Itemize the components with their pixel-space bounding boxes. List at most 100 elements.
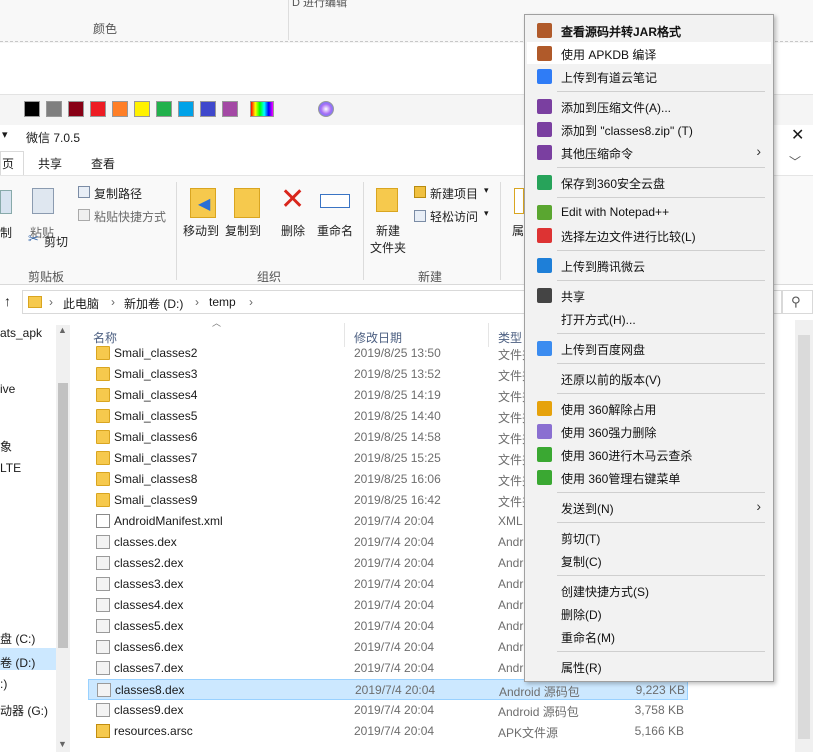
file-date: 2019/7/4 20:04 xyxy=(354,598,435,612)
menu-item-label: 其他压缩命令 xyxy=(561,147,634,161)
nav-item[interactable]: ats_apk xyxy=(0,326,42,340)
menu-item[interactable]: 重命名(M) xyxy=(527,625,771,647)
file-name: classes5.dex xyxy=(114,619,184,633)
color-swatch[interactable] xyxy=(68,101,84,117)
file-date: 2019/7/4 20:04 xyxy=(354,619,435,633)
menu-item[interactable]: 创建快捷方式(S) xyxy=(527,579,771,601)
color-swatch[interactable] xyxy=(200,101,216,117)
edit-colors-icon[interactable] xyxy=(250,101,274,117)
file-type: XML xyxy=(498,514,523,528)
copy-path-button[interactable]: 复制路径 xyxy=(94,185,142,202)
colors-group-label: 颜色 xyxy=(93,22,118,36)
up-arrow-icon[interactable]: ↑ xyxy=(4,293,11,309)
nav-item-drive-c[interactable]: 盘 (C:) xyxy=(0,630,35,647)
menu-item[interactable]: 上传到腾讯微云 xyxy=(527,254,771,276)
color-swatch[interactable] xyxy=(156,101,172,117)
dex-file-icon xyxy=(96,535,110,549)
search-input[interactable]: ⚲ xyxy=(782,290,813,314)
menu-item[interactable]: 其他压缩命令 › xyxy=(527,141,771,163)
shred360-icon xyxy=(537,424,552,439)
menu-item[interactable]: 使用 360进行木马云查杀 xyxy=(527,443,771,465)
easy-access-button[interactable]: 轻松访问 xyxy=(430,208,478,225)
copy-to-button[interactable]: 复制到 xyxy=(225,222,261,239)
menu-item[interactable]: 复制(C) xyxy=(527,549,771,571)
color-swatch[interactable] xyxy=(46,101,62,117)
color-swatch[interactable] xyxy=(134,101,150,117)
menu-item[interactable]: 保存到360安全云盘 xyxy=(527,171,771,193)
menu-item[interactable]: 查看源码并转JAR格式 xyxy=(527,19,771,41)
nav-item-drive-g[interactable]: 动器 (G:) xyxy=(0,702,48,719)
new-folder-label-2[interactable]: 文件夹 xyxy=(370,239,406,256)
file-type: APK文件源 xyxy=(498,726,559,740)
close-icon[interactable]: ✕ xyxy=(791,125,804,145)
breadcrumb-temp[interactable]: temp xyxy=(209,295,236,309)
paste-shortcut-button[interactable]: 粘贴快捷方式 xyxy=(94,208,166,225)
file-row[interactable]: classes9.dex 2019/7/4 20:04 Android 源码包 3,7… xyxy=(88,700,688,721)
menu-item[interactable]: 上传到百度网盘 xyxy=(527,337,771,359)
menu-separator xyxy=(557,167,765,168)
menu-item-label: 使用 APKDB 编译 xyxy=(561,48,657,62)
color-swatch[interactable] xyxy=(222,101,238,117)
compile-icon xyxy=(537,46,552,61)
file-date: 2019/8/25 14:19 xyxy=(354,388,441,402)
folder-icon xyxy=(96,451,110,465)
color-swatch[interactable] xyxy=(178,101,194,117)
quick-access-arrow-icon[interactable]: ▾ xyxy=(2,128,8,141)
menu-item-label: 添加到 "classes8.zip" (T) xyxy=(561,124,693,138)
menu-item-label: 使用 360进行木马云查杀 xyxy=(561,449,693,463)
menu-item[interactable]: 删除(D) xyxy=(527,602,771,624)
properties-button[interactable]: 属 xyxy=(512,222,524,239)
expand-ribbon-icon[interactable]: ﹀ xyxy=(789,153,801,170)
breadcrumb-drive-d[interactable]: 新加卷 (D:) xyxy=(124,295,183,312)
new-folder-label-1[interactable]: 新建 xyxy=(376,222,400,239)
menu-item[interactable]: 上传到有道云笔记 xyxy=(527,65,771,87)
nav-item[interactable]: 象 xyxy=(0,438,12,455)
menu-item[interactable]: Edit with Notepad++ xyxy=(527,201,771,223)
file-row[interactable]: classes8.dex 2019/7/4 20:04 Android 源码包 9,2… xyxy=(88,679,688,700)
file-list-scroll-thumb[interactable] xyxy=(798,335,810,739)
delete-button[interactable]: 删除 xyxy=(281,222,305,239)
color-swatch[interactable] xyxy=(90,101,106,117)
paint3d-icon[interactable] xyxy=(318,101,334,117)
menu-item-label: 使用 360解除占用 xyxy=(561,403,657,417)
menu-item[interactable]: 剪切(T) xyxy=(527,526,771,548)
menu-item[interactable]: 打开方式(H)... xyxy=(527,307,771,329)
tab-view[interactable]: 查看 xyxy=(91,155,115,172)
menu-item-label: 剪切(T) xyxy=(561,532,601,546)
weiyun-icon xyxy=(537,258,552,273)
file-row[interactable]: resources.arsc 2019/7/4 20:04 APK文件源 5,166 … xyxy=(88,721,688,742)
color-swatch[interactable] xyxy=(112,101,128,117)
breadcrumb-this-pc[interactable]: 此电脑 xyxy=(63,295,99,312)
menu-item[interactable]: 还原以前的版本(V) xyxy=(527,367,771,389)
nav-item-drive-d[interactable]: 卷 (D:) xyxy=(0,654,35,671)
new-item-dropdown-icon[interactable]: ▾ xyxy=(484,185,489,196)
menu-item[interactable]: 添加到 "classes8.zip" (T) xyxy=(527,118,771,140)
scissors-icon: ✂ xyxy=(28,231,39,246)
menu-item[interactable]: 使用 360管理右键菜单 xyxy=(527,466,771,488)
file-name: classes4.dex xyxy=(114,598,184,612)
menu-item[interactable]: 使用 360强力删除 xyxy=(527,420,771,442)
menu-item[interactable]: 选择左边文件进行比较(L) xyxy=(527,224,771,246)
menu-item[interactable]: 添加到压缩文件(A)... xyxy=(527,95,771,117)
new-item-button[interactable]: 新建项目 xyxy=(430,185,478,202)
rename-button[interactable]: 重命名 xyxy=(317,222,353,239)
menu-item[interactable]: 使用 APKDB 编译 xyxy=(527,42,771,64)
menu-item[interactable]: 使用 360解除占用 xyxy=(527,397,771,419)
pin-label[interactable]: 制 xyxy=(0,224,12,241)
menu-item[interactable]: 共享 xyxy=(527,284,771,306)
file-name: classes7.dex xyxy=(114,661,184,675)
color-swatch[interactable] xyxy=(24,101,40,117)
nav-scroll-thumb[interactable] xyxy=(58,383,68,648)
menu-item[interactable]: 发送到(N) › xyxy=(527,496,771,518)
nav-item[interactable]: LTE xyxy=(0,461,21,475)
tab-share[interactable]: 共享 xyxy=(38,155,62,172)
cut-button[interactable]: 剪切 xyxy=(44,233,68,250)
nav-item[interactable]: :) xyxy=(0,677,7,691)
easy-access-dropdown-icon[interactable]: ▾ xyxy=(484,208,489,219)
menu-item[interactable]: 属性(R) xyxy=(527,655,771,677)
nav-item[interactable]: ive xyxy=(0,382,15,396)
tab-home[interactable]: 页 xyxy=(2,155,14,172)
file-date: 2019/7/4 20:04 xyxy=(354,535,435,549)
move-to-button[interactable]: 移动到 xyxy=(183,222,219,239)
search-icon: ⚲ xyxy=(791,294,801,309)
